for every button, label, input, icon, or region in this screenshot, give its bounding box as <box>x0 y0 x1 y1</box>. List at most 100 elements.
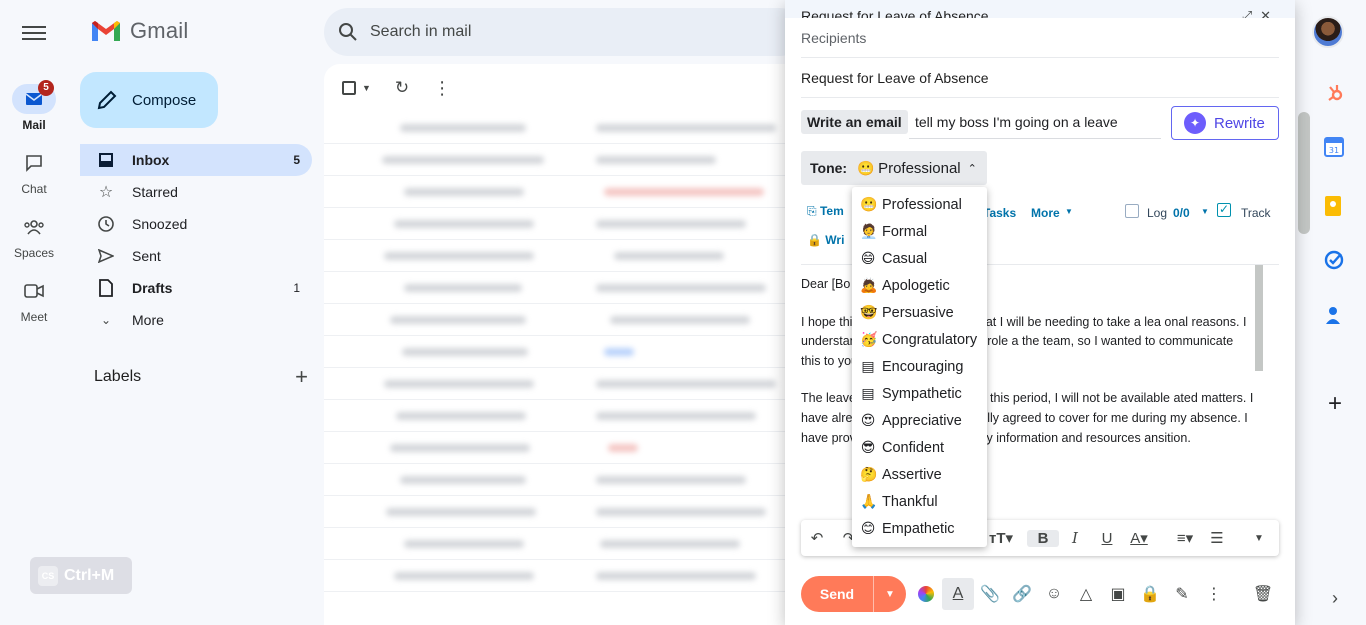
log-checkbox[interactable] <box>1125 204 1139 218</box>
drive-icon[interactable]: △ <box>1070 578 1102 610</box>
select-dropdown-icon[interactable]: ▼ <box>362 83 371 93</box>
list-item[interactable] <box>324 176 804 208</box>
confidential-mode-icon[interactable]: 🔒 <box>1134 578 1166 610</box>
numbered-list-icon[interactable]: ☰ <box>1201 529 1233 547</box>
hubspot-icon[interactable] <box>1324 82 1346 104</box>
add-label-icon[interactable]: + <box>295 364 308 390</box>
main-menu-icon[interactable] <box>22 22 46 42</box>
list-item[interactable] <box>324 496 804 528</box>
sidebar-item-inbox[interactable]: Inbox 5 <box>80 144 312 176</box>
send-button[interactable]: Send ▼ <box>801 576 906 612</box>
sidebar-item-drafts[interactable]: Drafts 1 <box>80 272 312 304</box>
sidebar-item-sent[interactable]: Sent <box>80 240 312 272</box>
sidebar-item-more[interactable]: ⌄ More <box>80 304 312 336</box>
account-avatar[interactable] <box>1312 16 1344 48</box>
tasks-link[interactable]: Tasks <box>983 206 1016 220</box>
formatting-options-icon[interactable]: A <box>942 578 974 610</box>
ai-prompt-input[interactable]: tell my boss I'm going on a leave <box>915 114 1118 130</box>
insert-photo-icon[interactable]: ▣ <box>1102 578 1134 610</box>
list-item[interactable] <box>324 464 804 496</box>
gmail-logo[interactable]: Gmail <box>90 18 188 44</box>
list-item[interactable] <box>324 304 804 336</box>
add-addon-icon[interactable]: + <box>1324 392 1346 416</box>
fullscreen-icon[interactable]: ⤢ <box>1242 8 1260 18</box>
signature-icon[interactable]: ✎ <box>1166 578 1198 610</box>
tone-option[interactable]: 🤓 Persuasive <box>852 299 987 326</box>
body-scrollbar[interactable] <box>1255 265 1263 371</box>
compose-button[interactable]: Compose <box>80 72 218 128</box>
write-link[interactable]: Wri <box>825 233 844 247</box>
sidebar-item-snoozed[interactable]: Snoozed <box>80 208 312 240</box>
list-item[interactable] <box>324 560 804 592</box>
search-bar[interactable]: Search in mail <box>324 8 804 56</box>
list-item[interactable] <box>324 528 804 560</box>
underline-icon[interactable]: U <box>1091 530 1123 547</box>
tone-option[interactable]: 🥳 Congratulatory <box>852 326 987 353</box>
keep-icon[interactable] <box>1324 195 1346 217</box>
more-options-icon[interactable]: ⋮ <box>433 78 451 99</box>
color-wheel-icon[interactable] <box>910 578 942 610</box>
write-email-chip[interactable]: Write an email <box>801 110 908 134</box>
tone-option[interactable]: 🙏 Thankful <box>852 488 987 515</box>
subject-field[interactable]: Request for Leave of Absence <box>801 58 1279 98</box>
more-options-icon[interactable]: ⋮ <box>1198 578 1230 610</box>
log-count[interactable]: 0/0 <box>1173 206 1190 220</box>
track-checkbox[interactable]: ✓ <box>1217 203 1231 217</box>
expand-panel-icon[interactable]: › <box>1324 588 1346 610</box>
text-color-icon[interactable]: A▾ <box>1123 529 1155 547</box>
search-input[interactable]: Search in mail <box>370 23 471 41</box>
list-item[interactable] <box>324 208 804 240</box>
tone-option[interactable]: 😍 Appreciative <box>852 407 987 434</box>
tone-option[interactable]: ▤ Sympathetic <box>852 380 987 407</box>
tone-option[interactable]: 😬 Professional <box>852 191 987 218</box>
list-item[interactable] <box>324 240 804 272</box>
undo-icon[interactable]: ↶ <box>801 529 833 547</box>
font-size-icon[interactable]: тT▾ <box>985 529 1017 547</box>
rail-item-spaces[interactable]: Spaces <box>0 212 68 260</box>
close-icon[interactable]: ✕ <box>1260 8 1279 18</box>
bold-icon[interactable]: B <box>1027 529 1059 547</box>
italic-icon[interactable]: I <box>1059 529 1091 547</box>
list-item[interactable] <box>324 336 804 368</box>
tasks-icon[interactable] <box>1324 250 1346 272</box>
discard-draft-icon[interactable]: 🗑 <box>1247 578 1279 610</box>
calendar-icon[interactable]: 31 <box>1324 137 1346 159</box>
list-item[interactable] <box>324 112 804 144</box>
list-item[interactable] <box>324 368 804 400</box>
recipients-field[interactable]: Recipients <box>801 18 1279 58</box>
tone-option[interactable]: 😄 Casual <box>852 245 987 272</box>
send-options-icon[interactable]: ▼ <box>873 576 906 612</box>
rail-item-chat[interactable]: Chat <box>0 148 68 196</box>
search-icon[interactable] <box>338 22 358 42</box>
tone-option[interactable]: 😊 Empathetic <box>852 515 987 542</box>
list-item[interactable] <box>324 432 804 464</box>
tone-option[interactable]: 😎 Confident <box>852 434 987 461</box>
list-item[interactable] <box>324 144 804 176</box>
attach-file-icon[interactable]: 📎 <box>974 578 1006 610</box>
rewrite-button[interactable]: ✦ Rewrite <box>1171 106 1279 140</box>
list-item[interactable] <box>324 272 804 304</box>
more-formatting-icon[interactable]: ▼ <box>1243 533 1275 544</box>
contacts-icon[interactable] <box>1324 305 1346 327</box>
compose-header[interactable]: Request for Leave of Absence _⤢✕ <box>785 0 1295 18</box>
tone-option[interactable]: 🤔 Assertive <box>852 461 987 488</box>
select-all-checkbox[interactable]: ▼ <box>342 81 371 95</box>
tone-option[interactable]: ▤ Encouraging <box>852 353 987 380</box>
star-icon: ☆ <box>98 184 114 201</box>
tone-option[interactable]: 🙇 Apologetic <box>852 272 987 299</box>
refresh-icon[interactable]: ↻ <box>395 78 409 98</box>
templates-link[interactable]: Tem <box>820 204 844 218</box>
tone-selector[interactable]: Tone: 😬 Professional ⌃ <box>801 151 987 185</box>
page-scrollbar[interactable] <box>1298 112 1310 234</box>
rail-item-meet[interactable]: Meet <box>0 276 68 324</box>
list-item[interactable] <box>324 400 804 432</box>
shortcut-hint[interactable]: CS Ctrl+M <box>30 557 132 594</box>
rail-item-mail[interactable]: 5 Mail <box>0 80 68 132</box>
emoji-icon[interactable]: ☺ <box>1038 578 1070 610</box>
align-icon[interactable]: ≡▾ <box>1169 529 1201 547</box>
tone-option[interactable]: 🧑‍💼 Formal <box>852 218 987 245</box>
sidebar-item-starred[interactable]: ☆ Starred <box>80 176 312 208</box>
more-link[interactable]: More <box>1031 206 1060 220</box>
insert-link-icon[interactable]: 🔗 <box>1006 578 1038 610</box>
minimize-icon[interactable]: _ <box>1226 8 1241 18</box>
